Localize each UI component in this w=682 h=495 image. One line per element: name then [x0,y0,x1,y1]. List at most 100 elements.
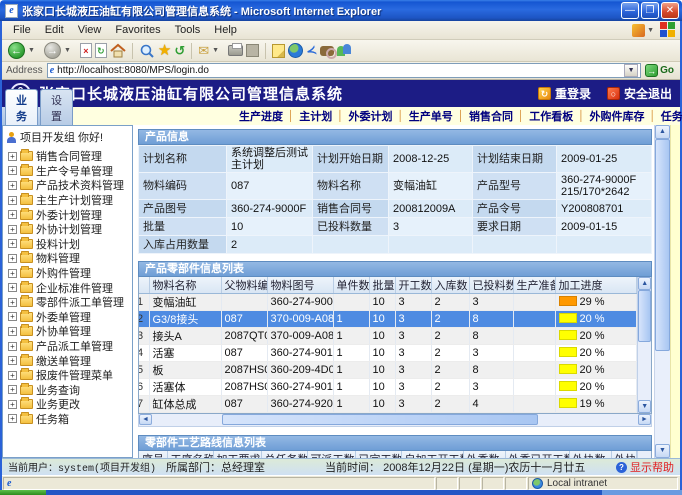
tree-item[interactable]: +缴送单管理 [6,353,132,368]
show-help-link[interactable]: ? 显示帮助 [616,459,674,475]
home-button[interactable] [110,41,126,61]
back-button[interactable]: ← [8,41,25,61]
parts-row[interactable]: 6 活塞体2087HS002 360-274-9011W1 103 23 20 … [139,379,637,396]
maximize-button[interactable]: ❐ [641,2,659,19]
expand-icon[interactable]: + [8,225,17,234]
nav-purchased-stock[interactable]: 外购件库存 [590,108,645,124]
tree-item[interactable]: +外委单管理 [6,310,132,325]
expand-icon[interactable]: + [8,152,17,161]
tree-item[interactable]: +生产令号单管理 [6,164,132,179]
expand-icon[interactable]: + [8,283,17,292]
back-dropdown[interactable]: ▼ [28,47,35,54]
refresh-button[interactable]: ↻ [95,41,107,61]
go-button[interactable]: → Go [645,64,676,77]
expand-icon[interactable]: + [8,298,17,307]
menu-help[interactable]: Help [207,22,244,38]
parts-row[interactable]: 3 接头A2087QT002 370-009-A08501 103 28 20 … [139,328,637,345]
nav-master-plan[interactable]: 主计划 [299,108,332,124]
tree-item[interactable]: +产品技术资料管理 [6,178,132,193]
expand-icon[interactable]: + [8,327,17,336]
tree-item[interactable]: +业务查询 [6,383,132,398]
scroll-up-icon[interactable]: ▲ [638,277,651,290]
expand-icon[interactable]: + [8,356,17,365]
tree-item[interactable]: +产品派工单管理 [6,339,132,354]
nav-production-progress[interactable]: 生产进度 [239,108,283,124]
favorites-button[interactable]: ★ [158,41,171,61]
menu-file[interactable]: File [6,22,38,38]
nav-work-board[interactable]: 工作看板 [529,108,573,124]
nav-outsource-plan[interactable]: 外委计划 [349,108,393,124]
mail-dropdown[interactable]: ▼ [212,47,219,54]
expand-icon[interactable]: + [8,239,17,248]
windows-taskbar[interactable] [0,490,682,495]
tree-item[interactable]: +企业标准件管理 [6,280,132,295]
tree-item[interactable]: +销售合同管理 [6,149,132,164]
tree-item[interactable]: +外购件管理 [6,266,132,281]
parts-row-selected[interactable]: 2 G3/8接头087 370-009-A08401 103 28 20 % [139,311,637,328]
notes-button[interactable] [272,41,285,61]
edit-button[interactable] [246,41,259,61]
tree-item[interactable]: +外委计划管理 [6,207,132,222]
expand-icon[interactable]: + [8,312,17,321]
mail-button[interactable]: ✉ [198,41,209,61]
scroll-down-icon[interactable]: ▼ [655,444,670,458]
parts-row[interactable]: 1 变幅油缸 360-274-9000F 103 23 29 % [139,294,637,311]
history-button[interactable]: ↺ [174,41,185,61]
expand-icon[interactable]: + [8,269,17,278]
nav-sales-contract[interactable]: 销售合同 [469,108,513,124]
tree-item[interactable]: +物料管理 [6,251,132,266]
download-tool-button[interactable]: ≺ [306,41,317,61]
forward-dropdown[interactable]: ▼ [64,47,71,54]
scroll-thumb[interactable] [222,414,538,425]
expand-icon[interactable]: + [8,371,17,380]
nav-production-order[interactable]: 生产单号 [409,108,453,124]
parts-vertical-scrollbar[interactable]: ▲ ▼ [637,277,651,413]
scroll-left-icon[interactable]: ◄ [139,414,152,425]
scroll-thumb[interactable] [638,290,651,342]
messenger-button[interactable] [337,41,351,61]
parts-horizontal-scrollbar[interactable]: ◄ ► [138,414,652,427]
tab-business[interactable]: 业务 [5,89,38,125]
tree-item[interactable]: +任务箱 [6,412,132,427]
expand-icon[interactable]: + [8,414,17,423]
tree-item[interactable]: +零部件派工单管理 [6,295,132,310]
tree-item[interactable]: +业务更改 [6,397,132,412]
expand-icon[interactable]: + [8,166,17,175]
menu-view[interactable]: View [71,22,109,38]
parts-row[interactable]: 7 缸体总成087 360-274-9200F1 103 24 19 % [139,396,637,413]
page-vertical-scrollbar[interactable]: ▲ ▼ [654,125,670,458]
parts-row[interactable]: 5 板2087HS002 360-209-4D0101 103 28 20 % [139,362,637,379]
tree-item[interactable]: +投料计划 [6,237,132,252]
chevron-down-icon[interactable]: ▼ [647,27,654,34]
stop-button[interactable]: × [80,41,92,61]
process-vertical-scrollbar[interactable]: ▼ [637,451,651,458]
expand-icon[interactable]: + [8,342,17,351]
minimize-button[interactable]: — [621,2,639,19]
relogin-link[interactable]: ↻ 重登录 [538,85,591,102]
expand-icon[interactable]: + [8,196,17,205]
expand-icon[interactable]: + [8,385,17,394]
extension-icon[interactable] [632,24,645,37]
print-button[interactable] [228,41,243,61]
menu-edit[interactable]: Edit [38,22,71,38]
forward-button[interactable]: → [44,41,61,61]
tree-item[interactable]: +报废件管理菜单 [6,368,132,383]
scroll-right-icon[interactable]: ► [638,414,651,425]
address-input[interactable]: e http://localhost:8080/MPS/login.do ▼ [47,63,641,78]
scroll-thumb[interactable] [655,139,670,351]
expand-icon[interactable]: + [8,181,17,190]
lookup-button[interactable] [320,41,334,61]
expand-icon[interactable]: + [8,400,17,409]
start-button[interactable] [0,490,46,495]
logout-link[interactable]: ○ 安全退出 [607,85,672,102]
parts-row[interactable]: 4 活塞087 360-274-9010F1 103 23 20 % [139,345,637,362]
menu-favorites[interactable]: Favorites [108,22,167,38]
tree-item[interactable]: +外协单管理 [6,324,132,339]
close-button[interactable]: ✕ [661,2,679,19]
scroll-up-icon[interactable]: ▲ [655,125,670,139]
search-button[interactable] [139,41,155,61]
browser-extension-button[interactable] [288,41,303,61]
tree-item[interactable]: +外协计划管理 [6,222,132,237]
expand-icon[interactable]: + [8,254,17,263]
menu-tools[interactable]: Tools [168,22,208,38]
